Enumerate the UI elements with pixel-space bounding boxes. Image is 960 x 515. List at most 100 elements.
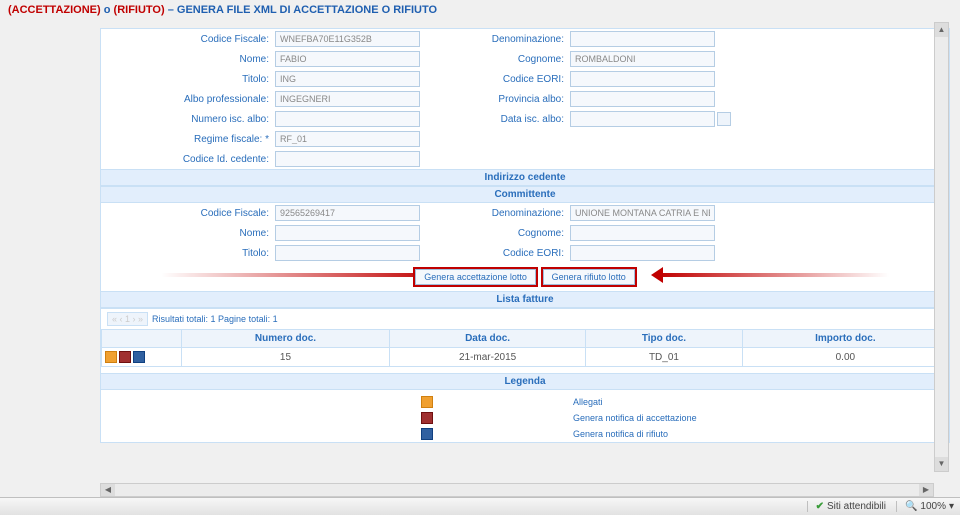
legend-list: Allegati Genera notifica di accettazione G… xyxy=(101,394,949,442)
dropdown-icon: ▾ xyxy=(949,501,954,512)
text-input[interactable] xyxy=(275,151,420,167)
field-label: Denominazione: xyxy=(450,34,570,45)
results-summary: Risultati totali: 1 Pagine totali: 1 xyxy=(152,314,278,324)
text-input[interactable] xyxy=(570,111,715,127)
field-label: Cognome: xyxy=(450,54,570,65)
text-input[interactable] xyxy=(275,205,420,221)
legend-item: Genera notifica di rifiuto xyxy=(101,426,949,442)
fatture-table: Numero doc.Data doc.Tipo doc.Importo doc… xyxy=(101,329,949,367)
field-label: Codice EORI: xyxy=(450,248,570,259)
field-label: Denominazione: xyxy=(450,208,570,219)
scroll-right-icon[interactable]: ▶ xyxy=(919,484,933,496)
text-input[interactable] xyxy=(570,245,715,261)
icon-a-legend-icon xyxy=(421,396,433,408)
field-label: Titolo: xyxy=(105,74,275,85)
section-label: Indirizzo cedente xyxy=(484,172,565,183)
field-label: Provincia albo: xyxy=(450,94,570,105)
cell-tipo: TD_01 xyxy=(586,348,743,367)
text-input[interactable] xyxy=(275,71,420,87)
main-panel: Codice Fiscale: Denominazione: Nome: Cognom… xyxy=(100,28,950,443)
horizontal-scrollbar[interactable]: ◀ ▶ xyxy=(100,483,934,497)
cell-importo: 0.00 xyxy=(742,348,948,367)
text-input[interactable] xyxy=(275,91,420,107)
form-row: Numero isc. albo: Data isc. albo: xyxy=(101,109,949,129)
arrow-right-annotation xyxy=(659,273,889,277)
vertical-scrollbar[interactable]: ▲ ▼ xyxy=(934,22,949,472)
genera-accettazione-button[interactable]: Genera accettazione lotto xyxy=(415,269,536,285)
text-input[interactable] xyxy=(570,205,715,221)
form-row: Nome: Cognome: xyxy=(101,49,949,69)
text-input[interactable] xyxy=(275,51,420,67)
calendar-icon[interactable] xyxy=(717,112,731,126)
form-row: Codice Id. cedente: xyxy=(101,149,949,169)
field-label: Cognome: xyxy=(450,228,570,239)
field-label: Codice Fiscale: xyxy=(105,208,275,219)
c-action-icon[interactable] xyxy=(133,351,145,363)
table-toolbar: « ‹ 1 › » Risultati totali: 1 Pagine tot… xyxy=(101,309,949,329)
zoom-value: 100% xyxy=(920,501,946,512)
text-input[interactable] xyxy=(570,71,715,87)
field-label: Codice EORI: xyxy=(450,74,570,85)
legend-item: Genera notifica di accettazione xyxy=(101,410,949,426)
text-input[interactable] xyxy=(275,111,420,127)
text-input[interactable] xyxy=(570,91,715,107)
field-label: Codice Id. cedente: xyxy=(105,154,275,165)
status-trusted-sites: ✔ Siti attendibili xyxy=(807,501,886,512)
icon-c-legend-icon xyxy=(421,428,433,440)
section-label: Lista fatture xyxy=(496,294,553,305)
form-row: Titolo: Codice EORI: xyxy=(101,69,949,89)
section-indirizzo-cedente[interactable]: Indirizzo cedente + xyxy=(101,169,949,186)
text-input[interactable] xyxy=(275,245,420,261)
field-label: Nome: xyxy=(105,54,275,65)
text-input[interactable] xyxy=(275,131,420,147)
pager[interactable]: « ‹ 1 › » xyxy=(107,312,148,326)
arrow-left-annotation xyxy=(161,273,441,277)
form-row: Titolo: Codice EORI: xyxy=(101,243,949,263)
text-input[interactable] xyxy=(570,31,715,47)
a-action-icon[interactable] xyxy=(105,351,117,363)
section-legenda: Legenda xyxy=(101,373,949,390)
column-header: Importo doc. xyxy=(742,330,948,348)
text-input[interactable] xyxy=(275,225,420,241)
form-row: Regime fiscale: * xyxy=(101,129,949,149)
section-lista-fatture: Lista fatture xyxy=(101,291,949,308)
b-action-icon[interactable] xyxy=(119,351,131,363)
field-label: Titolo: xyxy=(105,248,275,259)
form-row: Codice Fiscale: Denominazione: xyxy=(101,29,949,49)
generate-buttons-row: Genera accettazione lotto Genera rifiuto… xyxy=(101,263,949,291)
table-row[interactable]: 1521-mar-2015TD_010.00 xyxy=(102,348,949,367)
legend-label: Genera notifica di rifiuto xyxy=(573,429,668,439)
field-label: Albo professionale: xyxy=(105,94,275,105)
icon-b-legend-icon xyxy=(421,412,433,424)
legend-label: Genera notifica di accettazione xyxy=(573,413,697,423)
cell-data: 21-mar-2015 xyxy=(389,348,585,367)
status-bar: ✔ Siti attendibili 🔍 100% ▾ xyxy=(0,497,960,515)
field-label: Nome: xyxy=(105,228,275,239)
text-input[interactable] xyxy=(275,31,420,47)
check-icon: ✔ xyxy=(816,501,824,512)
scroll-up-icon[interactable]: ▲ xyxy=(935,23,948,37)
text-input[interactable] xyxy=(570,225,715,241)
field-label: Codice Fiscale: xyxy=(105,34,275,45)
legend-item: Allegati xyxy=(101,394,949,410)
field-label: Data isc. albo: xyxy=(450,114,570,125)
scroll-left-icon[interactable]: ◀ xyxy=(101,484,115,496)
field-label: Regime fiscale: * xyxy=(105,134,275,145)
lista-fatture-table-wrap: « ‹ 1 › » Risultati totali: 1 Pagine tot… xyxy=(101,308,949,367)
genera-rifiuto-button[interactable]: Genera rifiuto lotto xyxy=(543,269,635,285)
form-row: Nome: Cognome: xyxy=(101,223,949,243)
scroll-down-icon[interactable]: ▼ xyxy=(935,457,948,471)
status-zoom[interactable]: 🔍 100% ▾ xyxy=(896,501,954,512)
zoom-icon: 🔍 xyxy=(905,501,917,512)
legend-label: Allegati xyxy=(573,397,603,407)
column-header: Numero doc. xyxy=(182,330,390,348)
form-row: Codice Fiscale: Denominazione: xyxy=(101,203,949,223)
form-row: Albo professionale: Provincia albo: xyxy=(101,89,949,109)
column-header: Data doc. xyxy=(389,330,585,348)
field-label: Numero isc. albo: xyxy=(105,114,275,125)
cedente-form: Codice Fiscale: Denominazione: Nome: Cognom… xyxy=(101,29,949,169)
status-text: Siti attendibili xyxy=(827,501,886,512)
committente-form: Codice Fiscale: Denominazione: Nome: Cognom… xyxy=(101,203,949,263)
section-label: Committente xyxy=(494,189,555,200)
text-input[interactable] xyxy=(570,51,715,67)
